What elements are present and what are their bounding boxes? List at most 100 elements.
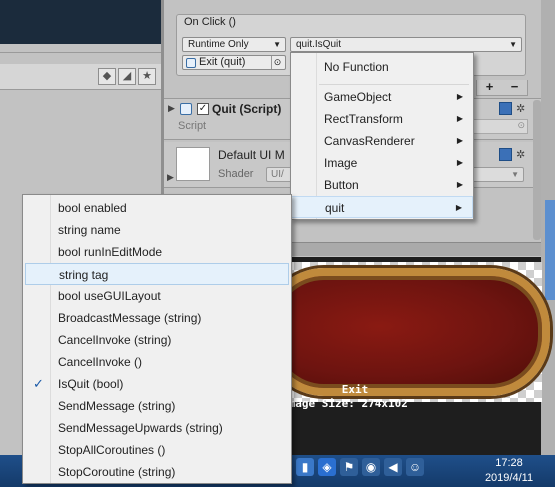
shader-label: Shader bbox=[218, 168, 254, 180]
function-menu: No Function GameObject ▶ RectTransform ▶… bbox=[290, 52, 474, 220]
clock-date: 2019/4/11 bbox=[484, 472, 534, 484]
add-listener-button[interactable]: + bbox=[486, 80, 494, 95]
submenu-item-label: CancelInvoke () bbox=[58, 355, 143, 369]
help-book-icon[interactable] bbox=[499, 102, 512, 115]
fold-arrow-icon[interactable]: ▶ bbox=[167, 172, 174, 183]
submenu-item-cancel-invoke[interactable]: CancelInvoke () bbox=[25, 351, 289, 373]
preview-image-size: Image Size: 274x102 bbox=[282, 397, 408, 410]
menu-item-button[interactable]: Button ▶ bbox=[291, 174, 473, 196]
component-enabled-checkbox[interactable]: ✓ bbox=[197, 103, 209, 115]
submenu-arrow-icon: ▶ bbox=[456, 158, 463, 167]
submenu-item-label: BroadcastMessage (string) bbox=[58, 311, 202, 325]
submenu-item-send-message-upwards[interactable]: SendMessageUpwards (string) bbox=[25, 417, 289, 439]
help-book-icon[interactable] bbox=[499, 148, 512, 161]
script-object-icon bbox=[186, 58, 196, 68]
event-add-remove: + − bbox=[476, 80, 528, 96]
input-method-icon[interactable]: ☺ bbox=[406, 458, 424, 476]
submenu-item-broadcast-message[interactable]: BroadcastMessage (string) bbox=[25, 307, 289, 329]
menu-item-label: Image bbox=[324, 156, 358, 170]
menu-separator bbox=[319, 84, 469, 85]
component-header-icons: ✲ bbox=[499, 102, 525, 115]
security-app-icon[interactable]: ◉ bbox=[362, 458, 380, 476]
menu-item-label: CanvasRenderer bbox=[324, 134, 415, 148]
submenu-item-label: StopCoroutine (string) bbox=[58, 465, 176, 479]
runtime-dropdown[interactable]: Runtime Only ▼ bbox=[182, 37, 286, 52]
shield-icon[interactable]: ◈ bbox=[318, 458, 336, 476]
menu-item-canvasrenderer[interactable]: CanvasRenderer ▶ bbox=[291, 130, 473, 152]
chevron-down-icon: ▼ bbox=[511, 170, 519, 179]
runtime-dropdown-label: Runtime Only bbox=[188, 39, 249, 50]
submenu-item-label: CancelInvoke (string) bbox=[58, 333, 172, 347]
submenu-arrow-icon: ▶ bbox=[456, 92, 463, 101]
function-dropdown[interactable]: quit.IsQuit ▼ bbox=[290, 37, 522, 52]
function-dropdown-label: quit.IsQuit bbox=[296, 39, 342, 50]
toolbar-icons: ◆ ◢ ★ bbox=[98, 68, 156, 85]
menu-item-label: Button bbox=[324, 178, 359, 192]
submenu-item-string-tag[interactable]: string tag bbox=[25, 263, 289, 285]
submenu-item-label: StopAllCoroutines () bbox=[58, 443, 166, 457]
script-label: Script bbox=[178, 120, 207, 132]
submenu-item-use-gui-layout[interactable]: bool useGUILayout bbox=[25, 285, 289, 307]
submenu-item-label: string tag bbox=[59, 268, 109, 282]
menu-item-no-function[interactable]: No Function bbox=[291, 56, 473, 78]
material-header-icons: ✲ bbox=[499, 148, 525, 161]
submenu-item-send-message[interactable]: SendMessage (string) bbox=[25, 395, 289, 417]
submenu-item-label: SendMessageUpwards (string) bbox=[58, 421, 223, 435]
menu-item-label: quit bbox=[325, 201, 345, 215]
menu-item-quit[interactable]: quit ▶ bbox=[291, 196, 473, 218]
chevron-down-icon: ▼ bbox=[509, 40, 517, 49]
network-icon[interactable]: ▮ bbox=[296, 458, 314, 476]
submenu-item-string-name[interactable]: string name bbox=[25, 219, 289, 241]
object-picker-icon[interactable]: ⊙ bbox=[517, 120, 525, 131]
submenu-arrow-icon: ▶ bbox=[456, 114, 463, 123]
submenu-item-label: string name bbox=[58, 223, 121, 237]
quit-submenu: bool enabled string name bool runInEditM… bbox=[22, 194, 292, 484]
submenu-item-label: SendMessage (string) bbox=[58, 399, 176, 413]
submenu-item-label: bool enabled bbox=[58, 201, 127, 215]
right-edge-highlight bbox=[545, 200, 555, 300]
clock-time: 17:28 bbox=[495, 457, 523, 469]
panel-divider bbox=[0, 52, 162, 53]
system-tray: ▮ ◈ ⚑ ◉ ◀ ☺ bbox=[296, 458, 424, 476]
target-object-label: Exit (quit) bbox=[199, 56, 246, 68]
menu-item-recttransform[interactable]: RectTransform ▶ bbox=[291, 108, 473, 130]
inspector-scrollbar[interactable] bbox=[533, 100, 541, 240]
favorite-star-icon[interactable]: ★ bbox=[138, 68, 156, 85]
submenu-item-run-in-edit-mode[interactable]: bool runInEditMode bbox=[25, 241, 289, 263]
submenu-item-is-quit[interactable]: ✓ IsQuit (bool) bbox=[25, 373, 289, 395]
script-icon bbox=[180, 103, 192, 115]
flag-icon[interactable]: ⚑ bbox=[340, 458, 358, 476]
gear-icon[interactable]: ✲ bbox=[516, 148, 525, 161]
submenu-arrow-icon: ▶ bbox=[455, 203, 462, 212]
object-picker-icon[interactable]: ⊙ bbox=[271, 56, 283, 69]
chevron-down-icon: ▼ bbox=[273, 40, 281, 49]
scene-view-strip bbox=[0, 0, 162, 44]
submenu-arrow-icon: ▶ bbox=[456, 136, 463, 145]
label-tag-icon[interactable]: ◢ bbox=[118, 68, 136, 85]
menu-item-label: GameObject bbox=[324, 90, 392, 104]
gear-icon[interactable]: ✲ bbox=[516, 102, 525, 115]
menu-item-gameobject[interactable]: GameObject ▶ bbox=[291, 86, 473, 108]
remove-listener-button[interactable]: − bbox=[511, 80, 519, 95]
submenu-item-stop-coroutine[interactable]: StopCoroutine (string) bbox=[25, 461, 289, 483]
menu-item-label: RectTransform bbox=[324, 112, 403, 126]
submenu-item-cancel-invoke-string[interactable]: CancelInvoke (string) bbox=[25, 329, 289, 351]
fold-arrow-icon[interactable]: ▶ bbox=[168, 103, 175, 114]
onclick-title: On Click () bbox=[184, 16, 236, 28]
shader-dropdown-label: UI/ bbox=[271, 169, 284, 180]
material-title: Default UI M bbox=[218, 148, 285, 162]
submenu-arrow-icon: ▶ bbox=[456, 180, 463, 189]
component-title: Quit (Script) bbox=[212, 102, 282, 116]
menu-item-image[interactable]: Image ▶ bbox=[291, 152, 473, 174]
submenu-item-bool-enabled[interactable]: bool enabled bbox=[25, 197, 289, 219]
check-icon: ✓ bbox=[33, 376, 44, 391]
submenu-item-stop-all-coroutines[interactable]: StopAllCoroutines () bbox=[25, 439, 289, 461]
filter-type-icon[interactable]: ◆ bbox=[98, 68, 116, 85]
taskbar-clock[interactable]: 17:28 2019/4/11 bbox=[472, 456, 546, 486]
material-preview-swatch bbox=[176, 147, 210, 181]
menu-item-label: No Function bbox=[324, 60, 389, 74]
submenu-item-label: bool runInEditMode bbox=[58, 245, 163, 259]
button-sprite-preview bbox=[264, 268, 550, 396]
target-object-field[interactable]: Exit (quit) ⊙ bbox=[182, 55, 286, 70]
volume-icon[interactable]: ◀ bbox=[384, 458, 402, 476]
